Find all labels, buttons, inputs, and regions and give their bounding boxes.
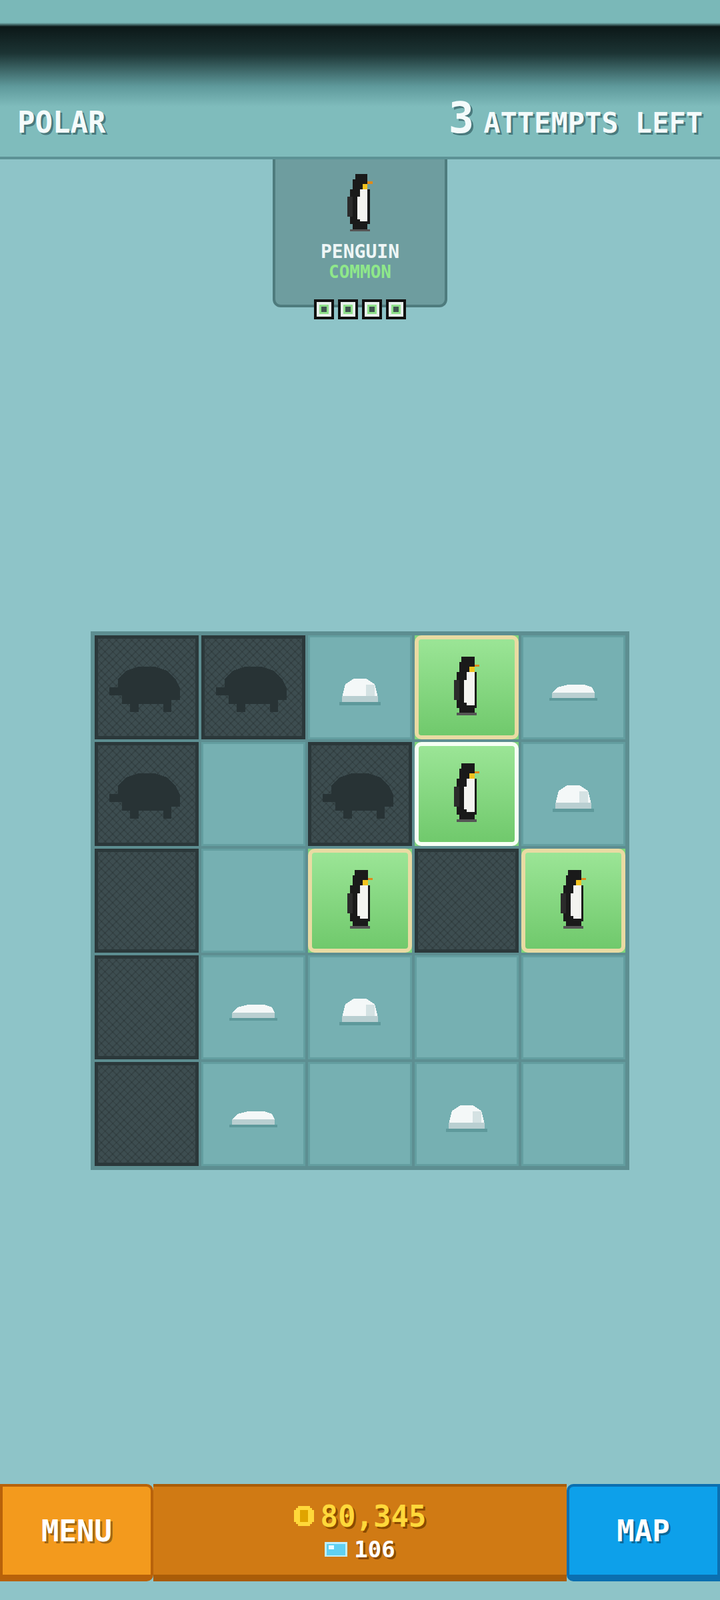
grid-cell[interactable]: [201, 1062, 306, 1166]
coins-count: 80,345: [320, 1499, 427, 1534]
grid-cell[interactable]: [94, 635, 199, 740]
progress-fill: [367, 304, 377, 314]
attempts-label: ATTEMPTS LEFT: [483, 106, 703, 140]
currency-panel: 80,345106: [153, 1484, 567, 1582]
grid-cell[interactable]: [308, 955, 412, 1060]
cell-frame: [310, 1064, 410, 1164]
target-card[interactable]: PENGUINCOMMON: [272, 159, 448, 308]
cell-frame: [203, 850, 304, 951]
empty-ice: [360, 1114, 361, 1115]
grid-cell[interactable]: [414, 1062, 519, 1166]
grid-cell[interactable]: [414, 635, 519, 740]
penguin-icon: [448, 763, 486, 825]
progress-fill: [319, 304, 329, 314]
progress-boxes: [314, 299, 406, 320]
region-title: POLAR: [17, 105, 106, 140]
gems-count: 106: [354, 1536, 395, 1563]
snow-mound-icon: [333, 988, 387, 1026]
attempts-counter: 3ATTEMPTS LEFT: [448, 96, 703, 140]
empty-ice: [253, 794, 254, 795]
gems-row: 106: [324, 1536, 395, 1563]
grid-cell[interactable]: [308, 848, 412, 953]
grid-cell[interactable]: [94, 848, 199, 953]
cell-frame: [203, 744, 304, 844]
coins-row: 80,345: [294, 1499, 427, 1534]
grid-cell[interactable]: [308, 635, 412, 740]
grid-cell[interactable]: [521, 742, 626, 846]
grid-cell[interactable]: [308, 742, 412, 846]
animal-silhouette-icon: [212, 658, 295, 717]
animal-silhouette-icon: [105, 764, 188, 824]
grid-cell[interactable]: [201, 742, 306, 846]
target-rarity: COMMON: [328, 262, 392, 282]
cell-frame: [98, 1065, 196, 1163]
menu-button[interactable]: MENU: [0, 1484, 154, 1582]
penguin-icon: [340, 174, 380, 234]
empty-ice: [253, 900, 254, 902]
cell-frame: [523, 1064, 624, 1164]
grid-cell[interactable]: [94, 742, 199, 846]
gem-icon: [324, 1541, 348, 1558]
map-button[interactable]: MAP: [566, 1484, 720, 1582]
progress-fill: [391, 304, 401, 314]
grid-cell[interactable]: [94, 1062, 199, 1166]
penguin-icon: [554, 870, 592, 932]
progress-box: [314, 299, 334, 320]
cell-frame: [98, 852, 196, 950]
grid-cell[interactable]: [201, 848, 306, 953]
snow-mound-icon: [333, 668, 387, 706]
empty-ice: [466, 1007, 468, 1008]
grid-cell[interactable]: [414, 742, 519, 846]
grid-cell[interactable]: [201, 635, 306, 740]
coin-icon: [294, 1506, 314, 1526]
grid-cell[interactable]: [94, 955, 199, 1060]
grid-cell[interactable]: [201, 955, 306, 1060]
cell-frame: [98, 958, 196, 1056]
cell-frame: [523, 957, 624, 1058]
snow-drift-icon: [226, 994, 280, 1021]
target-area: PENGUINCOMMON: [0, 159, 720, 308]
spacer: [0, 1170, 720, 1484]
target-name: PENGUIN: [320, 242, 400, 263]
empty-ice: [573, 1114, 574, 1115]
grid-cell[interactable]: [414, 848, 519, 953]
header-bar: POLAR 3ATTEMPTS LEFT: [0, 0, 720, 160]
attempts-count: 3: [448, 96, 475, 140]
snow-mound-icon: [440, 1095, 494, 1133]
animal-silhouette-icon: [318, 764, 402, 824]
game-grid: [90, 631, 630, 1170]
bottom-bar: MENU80,345106MAP: [0, 1484, 720, 1582]
grid-cell[interactable]: [521, 635, 626, 740]
cell-frame: [416, 957, 517, 1058]
empty-ice: [573, 1007, 574, 1008]
penguin-icon: [448, 656, 486, 718]
grid-cell[interactable]: [521, 1062, 626, 1166]
cell-frame: [418, 852, 516, 950]
progress-fill: [343, 304, 353, 314]
animal-silhouette-icon: [105, 658, 188, 717]
snow-drift-icon: [546, 674, 600, 701]
penguin-icon: [341, 870, 379, 932]
grid-cell[interactable]: [414, 955, 519, 1060]
grid-area: [0, 631, 720, 1170]
grid-cell[interactable]: [308, 1062, 412, 1166]
snow-mound-icon: [546, 775, 600, 813]
progress-box: [338, 299, 358, 320]
grid-cell[interactable]: [521, 955, 626, 1060]
progress-box: [386, 299, 406, 320]
progress-box: [362, 299, 382, 320]
snow-drift-icon: [226, 1100, 280, 1128]
grid-cell[interactable]: [521, 848, 626, 953]
